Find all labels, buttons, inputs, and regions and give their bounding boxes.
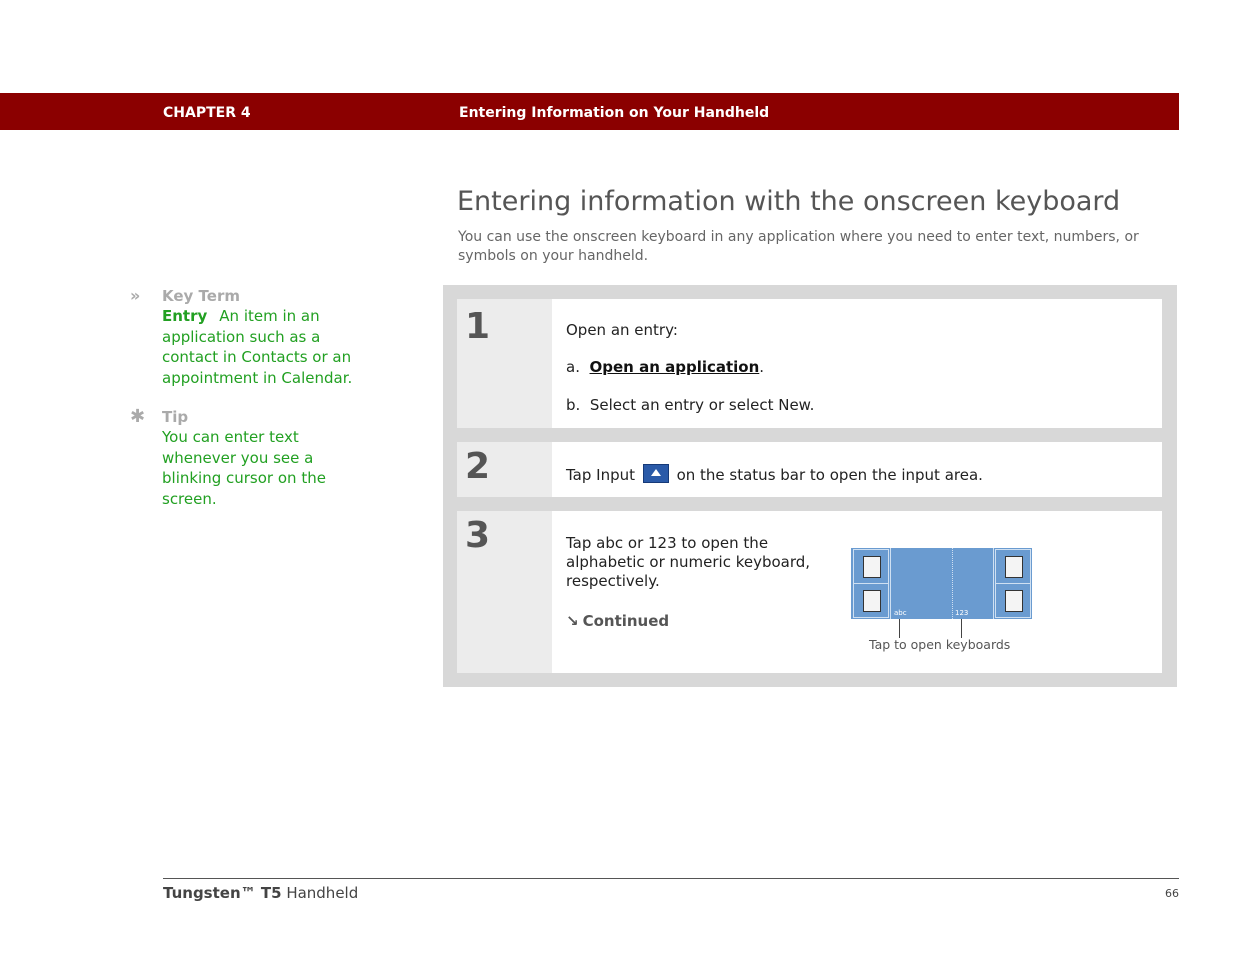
key-term-word: Entry xyxy=(162,307,208,325)
input-area-figure: abc 123 xyxy=(851,548,1032,619)
step-number: 2 xyxy=(465,446,491,487)
step-text: Tap Input on the status bar to open the … xyxy=(566,464,983,485)
substep-b: b. Select an entry or select New. xyxy=(566,396,814,415)
substep-a: a. Open an application. xyxy=(566,358,764,377)
product-suffix: Handheld xyxy=(286,884,359,902)
step-text: Tap abc or 123 to open the alphabetic or… xyxy=(566,534,811,590)
open-application-link[interactable]: Open an application xyxy=(590,358,760,376)
intro-paragraph: You can use the onscreen keyboard in any… xyxy=(458,229,1139,264)
continued-label: ↘ Continued xyxy=(566,612,669,631)
list-icon xyxy=(995,583,1031,618)
abc-area[interactable]: abc xyxy=(894,609,907,617)
double-chevron-icon: » xyxy=(130,286,141,305)
chapter-title: Entering Information on Your Handheld xyxy=(459,105,770,121)
step-number: 1 xyxy=(465,306,491,347)
step-number-cell: 1 xyxy=(457,299,552,428)
figure-caption: Tap to open keyboards xyxy=(869,637,1011,652)
chapter-label: CHAPTER 4 xyxy=(163,105,251,121)
step-number: 3 xyxy=(465,515,491,556)
memo-icon xyxy=(853,583,889,618)
sidebar-tip: ✱ Tip You can enter text whenever you se… xyxy=(130,406,360,509)
step-text-after: on the status bar to open the input area… xyxy=(676,466,983,484)
substep-prefix: a. xyxy=(566,358,580,376)
continued-text: Continued xyxy=(582,612,670,630)
key-term-body: Entry An item in an application such as a… xyxy=(162,306,360,388)
step-1: 1 Open an entry: a. Open an application.… xyxy=(457,299,1162,428)
notes-icon xyxy=(853,549,889,584)
tip-body: You can enter text whenever you see a bl… xyxy=(162,428,326,508)
divider xyxy=(993,548,994,619)
step-number-cell: 2 xyxy=(457,442,552,497)
input-area-icon[interactable] xyxy=(642,464,669,483)
page-number: 66 xyxy=(1165,887,1179,900)
step-2: 2 Tap Input on the status bar to open th… xyxy=(457,442,1162,497)
callout-line xyxy=(899,619,900,638)
divider xyxy=(952,548,953,619)
substep-suffix: . xyxy=(759,358,765,376)
footer-product: Tungsten™ T5 Handheld xyxy=(163,884,358,902)
down-right-arrow-icon: ↘ xyxy=(566,612,579,630)
chapter-header-bar: CHAPTER 4 Entering Information on Your H… xyxy=(0,93,1179,130)
substep-prefix: b. xyxy=(566,396,581,414)
divider xyxy=(890,548,891,619)
step-number-cell: 3 xyxy=(457,511,552,673)
callout-line xyxy=(961,619,962,638)
step-text-before: Tap Input xyxy=(566,466,636,484)
asterisk-icon: ✱ xyxy=(130,406,146,427)
tip-heading: Tip xyxy=(162,408,189,426)
step-lead: Open an entry: xyxy=(566,321,678,339)
step-3: 3 Tap abc or 123 to open the alphabetic … xyxy=(457,511,1162,673)
key-term-heading: Key Term xyxy=(162,287,240,305)
product-name: Tungsten™ T5 xyxy=(163,884,282,902)
calculator-icon xyxy=(995,549,1031,584)
123-area[interactable]: 123 xyxy=(955,609,968,617)
footer-rule xyxy=(163,878,1179,879)
page-title: Entering information with the onscreen k… xyxy=(457,186,1121,217)
substep-text: Select an entry or select New. xyxy=(589,396,815,414)
sidebar-key-term: » Key Term Entry An item in an applicatio… xyxy=(130,286,360,388)
